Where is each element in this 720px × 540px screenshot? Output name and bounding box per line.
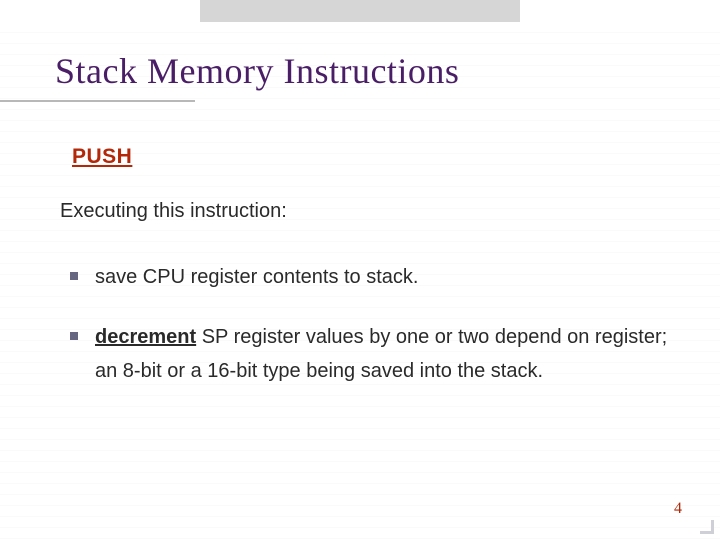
- page-number: 4: [674, 500, 682, 518]
- slide-title: Stack Memory Instructions: [55, 50, 459, 92]
- square-bullet-icon: [70, 272, 78, 280]
- bullet-text: save CPU register contents to stack.: [95, 266, 418, 288]
- corner-decoration-icon: [700, 520, 714, 534]
- bullet-emphasis: decrement: [95, 326, 196, 348]
- bullet-list: save CPU register contents to stack. dec…: [60, 260, 670, 414]
- bullet-item: save CPU register contents to stack.: [60, 260, 670, 294]
- push-section-heading: PUSH: [72, 145, 132, 169]
- square-bullet-icon: [70, 332, 78, 340]
- title-underline-rule: [0, 100, 195, 102]
- intro-text: Executing this instruction:: [60, 200, 287, 223]
- header-accent-bar: [200, 0, 520, 22]
- bullet-item: decrement SP register values by one or t…: [60, 320, 670, 388]
